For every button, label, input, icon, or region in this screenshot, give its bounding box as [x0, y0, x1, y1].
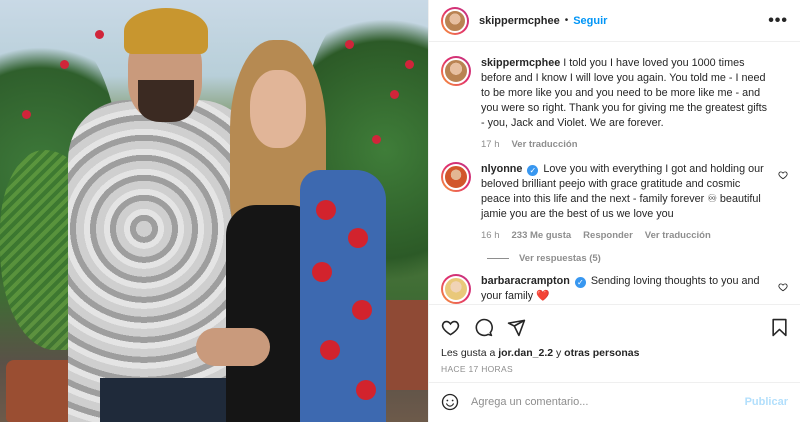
post-actions-section: Les gusta a jor.dan_2.2 y otras personas… [429, 304, 800, 381]
view-replies-label: Ver respuestas (5) [519, 253, 601, 265]
post-photo[interactable] [0, 0, 428, 422]
add-comment-bar: Publicar [429, 381, 800, 422]
send-icon[interactable] [507, 318, 526, 337]
caption-comment: skippermcphee I told you I have loved yo… [441, 56, 788, 152]
more-options-icon[interactable]: ••• [768, 12, 788, 30]
comment-time[interactable]: 17 h [481, 137, 500, 152]
avatar[interactable] [441, 162, 471, 193]
flower [60, 60, 69, 69]
likes-middle: y [556, 347, 562, 360]
woman-face [250, 70, 306, 148]
man-beanie [124, 8, 208, 54]
comment-input[interactable] [471, 396, 745, 409]
verified-badge-icon: ✓ [527, 165, 539, 177]
hand-on-belly [196, 328, 270, 366]
comments-list[interactable]: skippermcphee I told you I have loved yo… [429, 42, 800, 305]
replies-line [487, 258, 509, 260]
flower [95, 30, 104, 39]
verified-badge-icon: ✓ [574, 277, 586, 289]
avatar[interactable] [441, 56, 471, 87]
comment-like-icon[interactable] [778, 282, 788, 292]
separator-dot: • [564, 15, 569, 27]
comment-likes[interactable]: 233 Me gusta [512, 228, 572, 243]
likes-summary[interactable]: Les gusta a jor.dan_2.2 y otras personas [441, 347, 788, 359]
jacket-rose [348, 228, 368, 248]
comment-icon[interactable] [474, 318, 493, 337]
reply-button[interactable]: Responder [583, 228, 633, 243]
header-username[interactable]: skippermcphee [479, 15, 560, 27]
translate-link[interactable]: Ver traducción [512, 137, 578, 152]
flower-pot [6, 360, 76, 422]
comment-like-icon[interactable] [778, 170, 788, 180]
post-sidebar: skippermcphee • Seguir ••• skippermcphee… [428, 0, 800, 422]
comment-username[interactable]: skippermcphee [481, 57, 560, 69]
post-time[interactable]: HACE 17 HORAS [441, 364, 788, 374]
list-item: nlyonne ✓ Love you with everything I got… [441, 162, 788, 243]
flower [390, 90, 399, 99]
follow-button[interactable]: Seguir [573, 15, 607, 27]
jacket-rose [312, 262, 332, 282]
comment-text: Love you with everything I got and holdi… [481, 163, 764, 221]
list-item: barbaracrampton ✓ Sending loving thought… [441, 274, 788, 305]
flower [345, 40, 354, 49]
avatar[interactable] [441, 274, 471, 305]
emoji-icon[interactable] [441, 393, 459, 411]
translate-link[interactable]: Ver traducción [645, 228, 711, 243]
jacket-rose [356, 380, 376, 400]
bookmark-icon[interactable] [771, 318, 788, 337]
jacket-rose [316, 200, 336, 220]
likes-prefix: Les gusta a [441, 347, 496, 360]
man-jeans [100, 378, 230, 422]
likes-others[interactable]: otras personas [564, 347, 639, 359]
jacket-rose [352, 300, 372, 320]
view-replies-button[interactable]: Ver respuestas (5) [487, 253, 788, 264]
flower [405, 60, 414, 69]
comment-username[interactable]: barbaracrampton [481, 275, 570, 287]
heart-icon[interactable] [441, 318, 460, 337]
jacket-rose [320, 340, 340, 360]
post-header: skippermcphee • Seguir ••• [429, 0, 800, 43]
flower [22, 110, 31, 119]
brick-wall [386, 300, 428, 390]
flower [372, 135, 381, 144]
man-beard [138, 80, 194, 122]
avatar[interactable] [441, 6, 469, 35]
action-bar [441, 311, 788, 343]
likes-user[interactable]: jor.dan_2.2 [498, 347, 553, 359]
comment-username[interactable]: nlyonne [481, 163, 522, 175]
comment-time[interactable]: 16 h [481, 228, 500, 243]
publish-button[interactable]: Publicar [745, 396, 788, 408]
